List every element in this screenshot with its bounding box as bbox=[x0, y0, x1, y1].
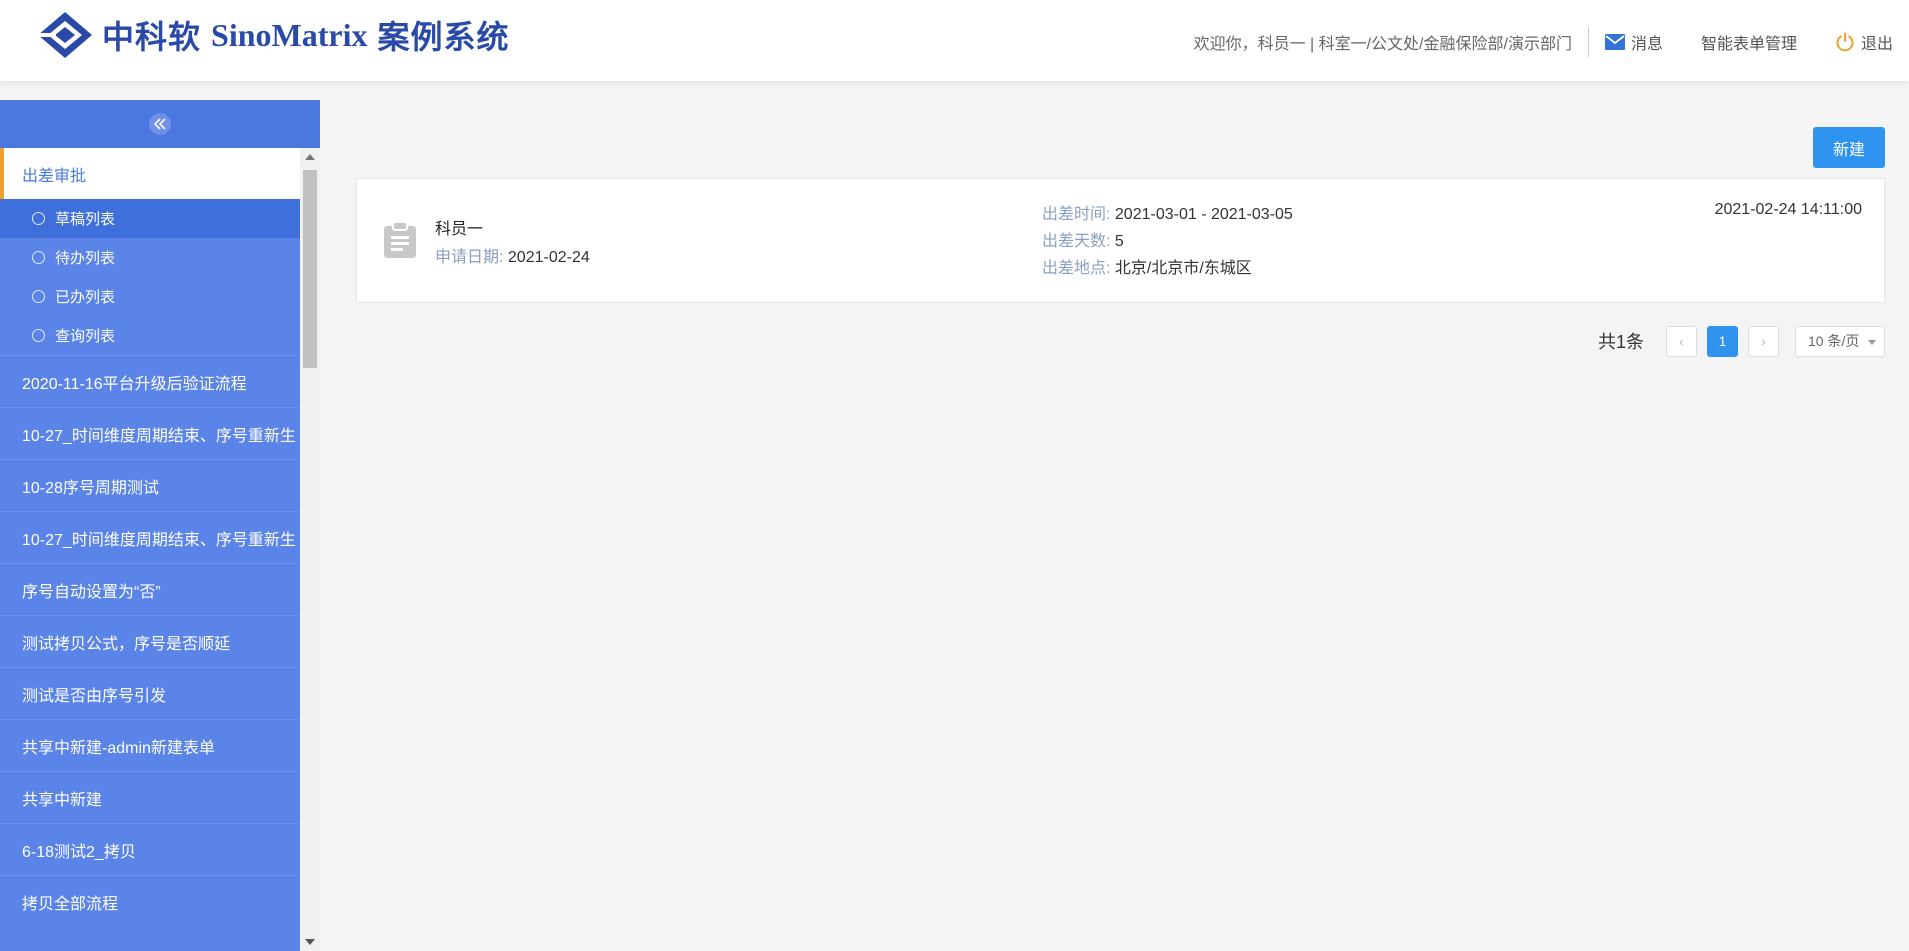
sidebar-subitem-label: 待办列表 bbox=[55, 250, 116, 267]
prev-page-button[interactable]: ‹ bbox=[1666, 325, 1697, 357]
new-button[interactable]: 新建 bbox=[1813, 127, 1885, 168]
messages-label: 消息 bbox=[1630, 36, 1663, 53]
sidebar: 出差审批 草稿列表 待办列表 已办列表 查询列表 2020-11-16平台升级后… bbox=[0, 100, 320, 951]
logo-suffix-text: 案例系统 bbox=[377, 18, 510, 56]
trip-time-label: 出差时间: bbox=[1042, 206, 1111, 223]
sidebar-subitem-label: 草稿列表 bbox=[55, 211, 116, 228]
sidebar-item-trip-approval[interactable]: 出差审批 bbox=[0, 148, 300, 199]
trip-record-card[interactable]: 科员一 申请日期: 2021-02-24 出差时间: 2021-03-01 - … bbox=[356, 178, 1885, 303]
header-divider bbox=[1587, 27, 1589, 57]
collapse-sidebar-button[interactable] bbox=[149, 113, 171, 135]
sidebar-subitem-done[interactable]: 已办列表 bbox=[0, 277, 300, 316]
double-chevron-left-icon bbox=[153, 118, 166, 130]
scroll-up-icon[interactable] bbox=[305, 154, 315, 160]
logo-mark-icon bbox=[36, 12, 92, 58]
caret-down-icon bbox=[1868, 339, 1876, 345]
total-count: 共1条 bbox=[1597, 332, 1644, 352]
apply-date-label: 申请日期: bbox=[435, 249, 504, 266]
sidebar-menu: 出差审批 草稿列表 待办列表 已办列表 查询列表 2020-11-16平台升级后… bbox=[0, 148, 300, 951]
clipboard-icon bbox=[383, 221, 417, 264]
page-size-value: 10 条/页 bbox=[1808, 333, 1860, 349]
scrollbar-thumb[interactable] bbox=[303, 170, 317, 368]
logout-label: 退出 bbox=[1860, 36, 1893, 53]
page-number-button[interactable]: 1 bbox=[1707, 325, 1738, 357]
apply-date-row: 申请日期: 2021-02-24 bbox=[435, 243, 590, 267]
scroll-down-icon[interactable] bbox=[305, 939, 315, 945]
apply-date-value: 2021-02-24 bbox=[507, 249, 590, 266]
trip-days-row: 出差天数: 5 bbox=[1042, 228, 1293, 255]
sidebar-item[interactable]: 测试是否由序号引发 bbox=[0, 667, 300, 719]
sidebar-item[interactable]: 测试拷贝公式，序号是否顺延 bbox=[0, 615, 300, 667]
sidebar-item-label: 出差审批 bbox=[22, 167, 87, 185]
sidebar-item[interactable]: 6-18测试2_拷贝 bbox=[0, 823, 300, 875]
sidebar-item[interactable]: 拷贝全部流程 bbox=[0, 875, 300, 927]
messages-link[interactable]: 消息 bbox=[1604, 30, 1663, 54]
form-manage-label: 智能表单管理 bbox=[1700, 36, 1797, 53]
logo-cn-text: 中科软 bbox=[102, 18, 202, 56]
trip-place-label: 出差地点: bbox=[1042, 260, 1111, 277]
sidebar-top bbox=[0, 100, 320, 148]
record-timestamp: 2021-02-24 14:11:00 bbox=[1714, 201, 1862, 218]
pagination: 共1条 ‹ 1 › 10 条/页 bbox=[1598, 325, 1885, 357]
form-manage-link[interactable]: 智能表单管理 bbox=[1701, 30, 1797, 54]
trip-days-value: 5 bbox=[1114, 233, 1124, 250]
sidebar-item[interactable]: 共享中新建 bbox=[0, 771, 300, 823]
trip-time-row: 出差时间: 2021-03-01 - 2021-03-05 bbox=[1042, 201, 1293, 228]
sidebar-subitem-drafts[interactable]: 草稿列表 bbox=[0, 199, 300, 238]
sidebar-item[interactable]: 2020-11-16平台升级后验证流程 bbox=[0, 355, 300, 407]
sidebar-item[interactable]: 共享中新建-admin新建表单 bbox=[0, 719, 300, 771]
trip-place-row: 出差地点: 北京/北京市/东城区 bbox=[1042, 255, 1293, 282]
radio-icon bbox=[32, 290, 45, 303]
radio-icon bbox=[32, 329, 45, 342]
mail-icon bbox=[1604, 34, 1625, 50]
sidebar-subitem-label: 查询列表 bbox=[55, 328, 116, 345]
radio-icon bbox=[32, 212, 45, 225]
power-icon bbox=[1835, 32, 1855, 52]
trip-details: 出差时间: 2021-03-01 - 2021-03-05 出差天数: 5 出差… bbox=[1042, 201, 1293, 282]
welcome-text: 欢迎你，科员一 | 科室一/公文处/金融保险部/演示部门 bbox=[1193, 36, 1572, 53]
sidebar-item[interactable]: 10-27_时间维度周期结束、序号重新生 bbox=[0, 407, 300, 459]
trip-place-value: 北京/北京市/东城区 bbox=[1114, 260, 1252, 277]
radio-icon bbox=[32, 251, 45, 264]
trip-time-value: 2021-03-01 - 2021-03-05 bbox=[1114, 206, 1293, 223]
trip-days-label: 出差天数: bbox=[1042, 233, 1111, 250]
applicant-name: 科员一 bbox=[435, 221, 484, 238]
logo: 中科软 SinoMatrix 案例系统 bbox=[34, 10, 509, 60]
top-header: 中科软 SinoMatrix 案例系统 欢迎你，科员一 | 科室一/公文处/金融… bbox=[0, 0, 1909, 81]
sidebar-subitem-query[interactable]: 查询列表 bbox=[0, 316, 300, 355]
next-page-button[interactable]: › bbox=[1748, 325, 1779, 357]
page-size-select[interactable]: 10 条/页 bbox=[1795, 325, 1885, 357]
sidebar-item[interactable]: 10-27_时间维度周期结束、序号重新生 bbox=[0, 511, 300, 563]
sidebar-item[interactable]: 10-28序号周期测试 bbox=[0, 459, 300, 511]
sidebar-subitem-label: 已办列表 bbox=[55, 289, 116, 306]
header-right: 欢迎你，科员一 | 科室一/公文处/金融保险部/演示部门 消息 智能表单管理 退… bbox=[1194, 0, 1893, 84]
logout-link[interactable]: 退出 bbox=[1835, 30, 1893, 54]
sidebar-subitem-todo[interactable]: 待办列表 bbox=[0, 238, 300, 277]
sidebar-item[interactable]: 序号自动设置为“否” bbox=[0, 563, 300, 615]
logo-en-text: SinoMatrix bbox=[211, 16, 368, 53]
sidebar-scrollbar[interactable] bbox=[300, 148, 320, 951]
